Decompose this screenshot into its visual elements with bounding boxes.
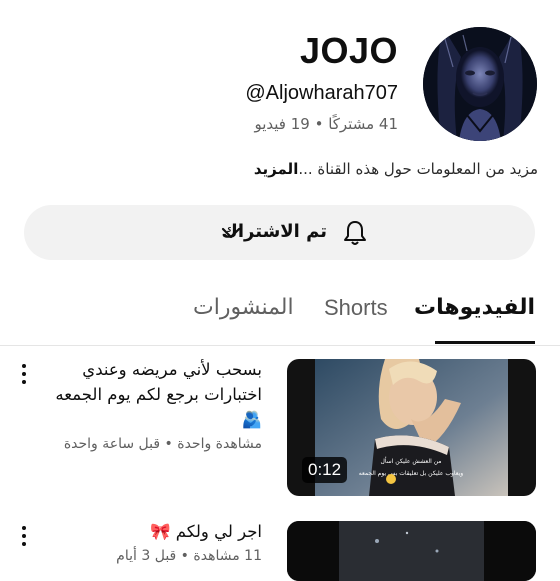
channel-about-text: مزيد من المعلومات حول هذه القناة ... xyxy=(298,160,538,178)
video-meta: مشاهدة واحدة • قبل ساعة واحدة xyxy=(63,436,262,452)
video-meta: 11 مشاهدة • قبل 3 أيام xyxy=(116,548,262,564)
video-thumbnail[interactable] xyxy=(287,521,536,581)
channel-stats: 41 مشتركًا • 19 فيديو xyxy=(254,115,398,133)
channel-about-more-link[interactable]: المزيد xyxy=(254,160,298,178)
channel-name: JOJO xyxy=(299,30,398,71)
video-duration: 0:12 xyxy=(302,457,348,483)
video-title[interactable]: بسحب لأني مريضه وعندي اختبارات برجع لكم … xyxy=(42,357,262,432)
active-tab-indicator xyxy=(435,341,535,344)
more-options-icon[interactable] xyxy=(18,524,30,548)
tab-shorts[interactable]: Shorts xyxy=(324,293,388,323)
tab-posts[interactable]: المنشورات xyxy=(193,293,294,323)
bell-icon xyxy=(344,221,366,245)
video-thumbnail[interactable]: من العشش عليكن اسأل ويعاوب عليكن بل تعلي… xyxy=(287,359,536,496)
chevron-down-icon xyxy=(221,227,241,239)
channel-handle: @Aljowharah707 xyxy=(245,82,398,104)
channel-avatar[interactable] xyxy=(423,27,537,141)
thumb-caption-line-1: من العشش عليكن اسأل xyxy=(380,456,441,465)
video-title[interactable]: اجر لي ولكم 🎀 xyxy=(42,519,262,544)
channel-tabs: الفيديوهات Shorts المنشورات xyxy=(0,283,560,345)
channel-about[interactable]: مزيد من المعلومات حول هذه القناة ...المز… xyxy=(254,156,538,182)
avatar-photo xyxy=(423,27,537,141)
tabs-divider xyxy=(0,345,560,346)
tab-videos[interactable]: الفيديوهات xyxy=(414,293,535,323)
subscribed-button[interactable]: تم الاشتراك xyxy=(24,205,535,260)
thumbnail-image xyxy=(287,521,536,581)
more-options-icon[interactable] xyxy=(18,362,30,386)
thumb-caption-line-2: ويعاوب عليكن بل تعليقات بس يوم الجمعه xyxy=(359,470,463,477)
